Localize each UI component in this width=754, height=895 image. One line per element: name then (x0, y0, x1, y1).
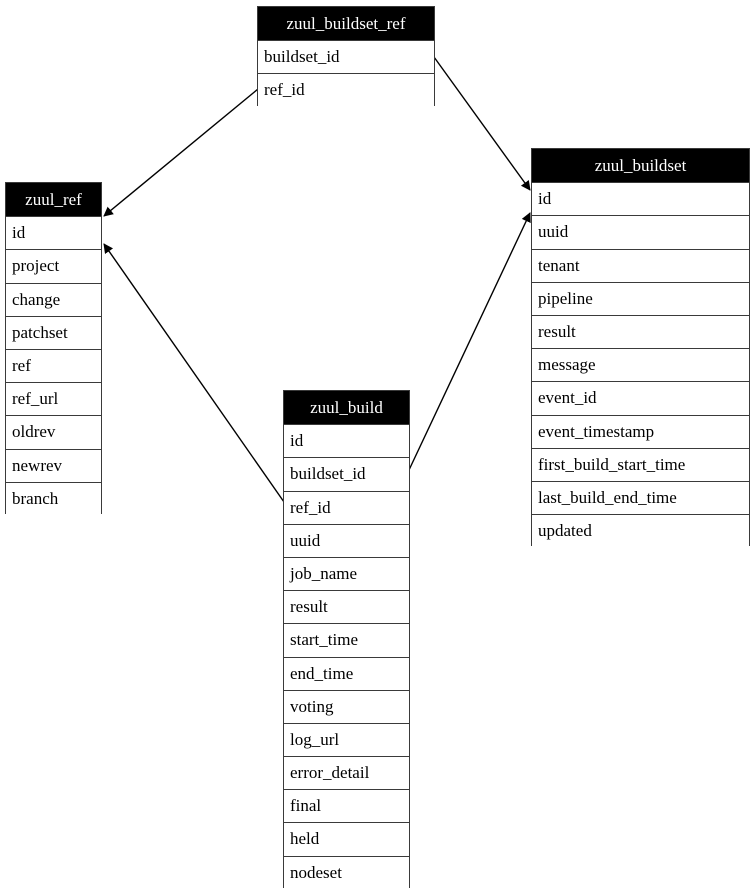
table-column-zuul_build-buildset_id[interactable]: buildset_id (284, 457, 409, 491)
relationship-buildset_ref-to-buildset (433, 56, 531, 191)
table-column-zuul_buildset_ref-buildset_id[interactable]: buildset_id (258, 40, 434, 74)
table-column-zuul_build-id[interactable]: id (284, 424, 409, 458)
table-column-zuul_ref-patchset[interactable]: patchset (6, 315, 101, 349)
table-column-zuul_build-final[interactable]: final (284, 789, 409, 823)
table-column-zuul_ref-ref[interactable]: ref (6, 348, 101, 383)
table-column-zuul_buildset-event_timestamp[interactable]: event_timestamp (532, 414, 749, 448)
table-column-zuul_build-held[interactable]: held (284, 822, 409, 856)
table-column-zuul_ref-change[interactable]: change (6, 282, 101, 316)
table-column-zuul_buildset-pipeline[interactable]: pipeline (532, 281, 749, 315)
table-column-zuul_build-nodeset[interactable]: nodeset (284, 855, 409, 889)
table-column-zuul_build-error_detail[interactable]: error_detail (284, 756, 409, 790)
table-column-zuul_build-result[interactable]: result (284, 590, 409, 624)
table-column-zuul_ref-id[interactable]: id (6, 216, 101, 250)
table-column-zuul_build-uuid[interactable]: uuid (284, 523, 409, 557)
table-title-zuul_buildset_ref: zuul_buildset_ref (258, 7, 434, 41)
table-column-zuul_ref-ref_url[interactable]: ref_url (6, 382, 101, 416)
table-column-zuul_buildset-updated[interactable]: updated (532, 514, 749, 548)
table-column-zuul_ref-branch[interactable]: branch (6, 481, 101, 515)
table-node-zuul_buildset_ref[interactable]: zuul_buildset_ref buildset_id ref_id (257, 6, 435, 107)
table-column-zuul_ref-project[interactable]: project (6, 249, 101, 283)
table-column-zuul_buildset-first_build_start_time[interactable]: first_build_start_time (532, 447, 749, 481)
table-column-zuul_build-ref_id[interactable]: ref_id (284, 490, 409, 524)
table-column-zuul_build-job_name[interactable]: job_name (284, 556, 409, 591)
table-column-zuul_build-end_time[interactable]: end_time (284, 656, 409, 690)
table-column-zuul_build-log_url[interactable]: log_url (284, 722, 409, 757)
table-column-zuul_ref-newrev[interactable]: newrev (6, 448, 101, 482)
table-column-zuul_buildset-last_build_end_time[interactable]: last_build_end_time (532, 480, 749, 515)
table-node-zuul_ref[interactable]: zuul_ref id project change patchset ref ref_ur… (5, 182, 102, 515)
er-diagram-canvas: zuul_buildset_ref buildset_id ref_id zuul_r… (0, 0, 754, 895)
table-column-zuul_buildset_ref-ref_id[interactable]: ref_id (258, 73, 434, 107)
table-node-zuul_buildset[interactable]: zuul_buildset id uuid tenant pipeline result m… (531, 148, 750, 548)
table-column-zuul_buildset-message[interactable]: message (532, 348, 749, 382)
table-column-zuul_buildset-tenant[interactable]: tenant (532, 248, 749, 282)
relationship-build-to-ref (103, 243, 285, 503)
table-column-zuul_build-start_time[interactable]: start_time (284, 623, 409, 657)
table-title-zuul_build: zuul_build (284, 391, 409, 425)
relationship-buildset_ref-to-ref (103, 88, 259, 217)
relationship-build-to-buildset (408, 212, 531, 471)
table-column-zuul_buildset-event_id[interactable]: event_id (532, 381, 749, 415)
table-column-zuul_buildset-result[interactable]: result (532, 314, 749, 349)
table-column-zuul_build-voting[interactable]: voting (284, 689, 409, 723)
table-title-zuul_buildset: zuul_buildset (532, 149, 749, 183)
table-node-zuul_build[interactable]: zuul_build id buildset_id ref_id uuid job_nam… (283, 390, 410, 889)
table-column-zuul_buildset-id[interactable]: id (532, 182, 749, 216)
table-column-zuul_buildset-uuid[interactable]: uuid (532, 215, 749, 249)
table-column-zuul_ref-oldrev[interactable]: oldrev (6, 415, 101, 449)
table-title-zuul_ref: zuul_ref (6, 183, 101, 217)
